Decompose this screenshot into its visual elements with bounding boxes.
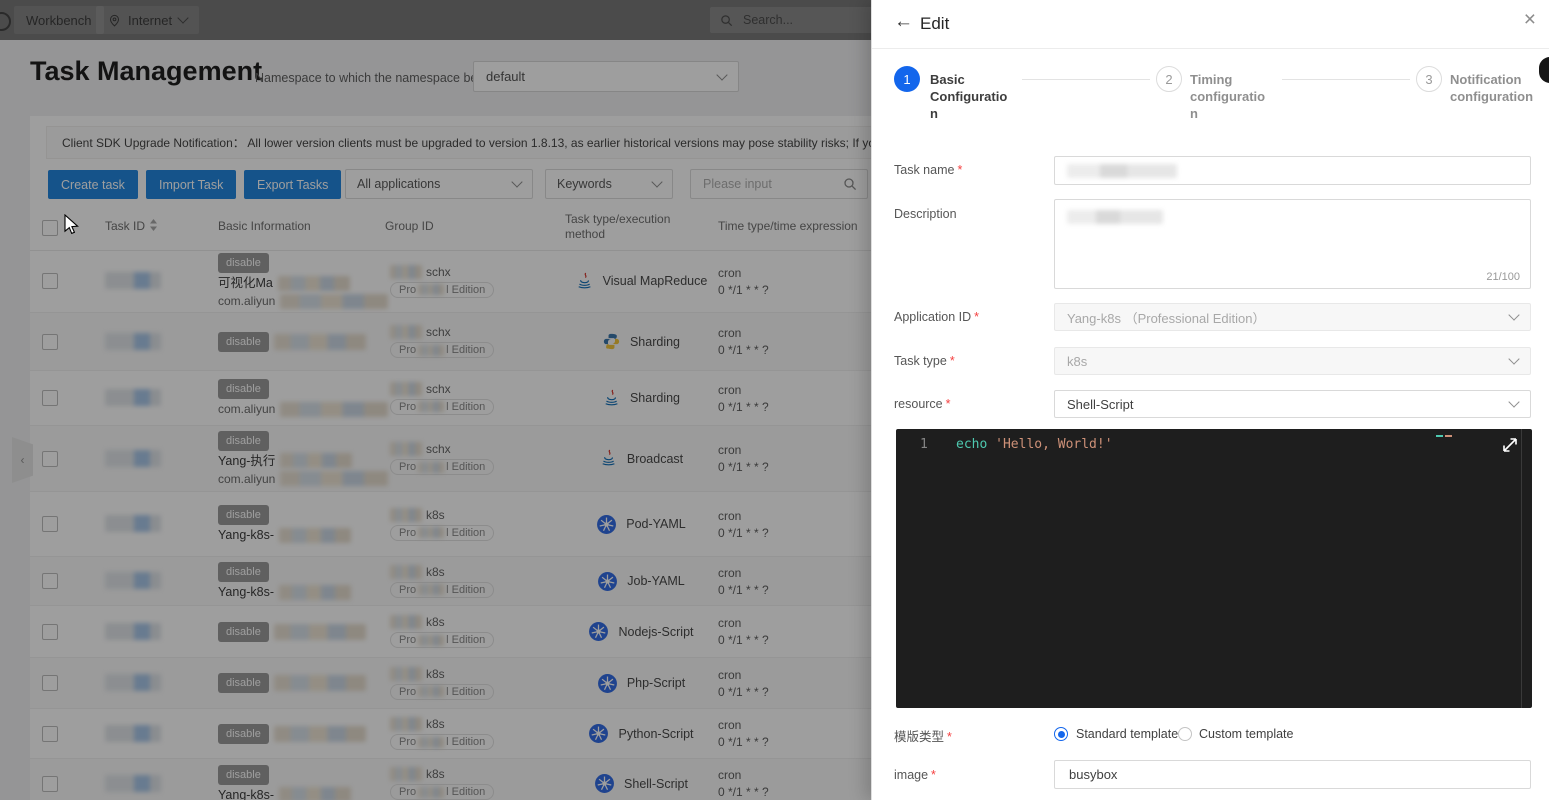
standard-template-radio[interactable] [1054,727,1068,741]
step-connector [1282,79,1410,80]
step-3-circle[interactable]: 3 [1416,66,1442,92]
step-2-label: Timing configuration [1190,72,1266,121]
fullscreen-expand-icon[interactable] [1500,435,1520,455]
application-id-select[interactable]: Yang-k8s （Professional Edition） [1054,303,1531,331]
step-2-circle[interactable]: 2 [1156,66,1182,92]
close-icon[interactable]: × [1524,8,1536,32]
header-divider [872,48,1549,49]
chevron-down-icon [1508,396,1520,408]
minimap-mark [1436,435,1443,437]
task-name-input[interactable] [1054,156,1531,185]
description-textarea[interactable]: 21/100 [1054,199,1531,289]
mouse-cursor-icon [64,214,79,235]
task-type-value: k8s [1067,353,1088,369]
drawer-title: Edit [920,14,950,33]
task-type-select[interactable]: k8s [1054,347,1531,375]
code-line: echo 'Hello, World!' [956,437,1113,452]
chevron-down-icon [1508,353,1520,365]
task-name-label: Task name * [894,163,963,177]
step-connector [1022,79,1150,80]
image-label: image * [894,768,936,782]
redacted-value [1067,210,1163,224]
resource-select[interactable]: Shell-Script [1054,390,1531,418]
back-arrow-icon[interactable]: ← [894,11,913,33]
image-input-wrap [1054,760,1531,789]
minimap-mark [1445,435,1452,437]
chevron-down-icon [1508,309,1520,321]
app-root: Workbench Internet Task Management Names… [0,0,1549,800]
application-id-value: Yang-k8s （Professional Edition） [1067,310,1266,326]
redacted-value [1067,163,1177,178]
template-type-label: 模版类型 * [894,730,952,744]
resource-label: resource * [894,397,951,411]
script-code-editor[interactable]: 1 echo 'Hello, World!' [896,429,1532,708]
step-1-label: Basic Configuration [930,72,1008,121]
step-3-label: Notification configuration [1450,72,1534,104]
resource-value: Shell-Script [1067,396,1134,412]
task-type-label: Task type * [894,354,955,368]
description-label: Description [894,207,957,221]
application-id-label: Application ID * [894,310,979,324]
line-number: 1 [920,437,928,452]
custom-template-option[interactable]: Custom template [1199,727,1293,741]
step-1-circle[interactable]: 1 [894,66,920,92]
standard-template-option[interactable]: Standard template [1076,727,1178,741]
custom-template-radio[interactable] [1178,727,1192,741]
drawer-mask[interactable] [0,0,872,800]
edit-drawer: ← Edit × 1 Basic Configuration 2 Timing … [871,0,1549,800]
char-counter: 21/100 [1486,271,1520,283]
minimap-divider [1521,429,1522,708]
image-input[interactable] [1067,766,1518,783]
